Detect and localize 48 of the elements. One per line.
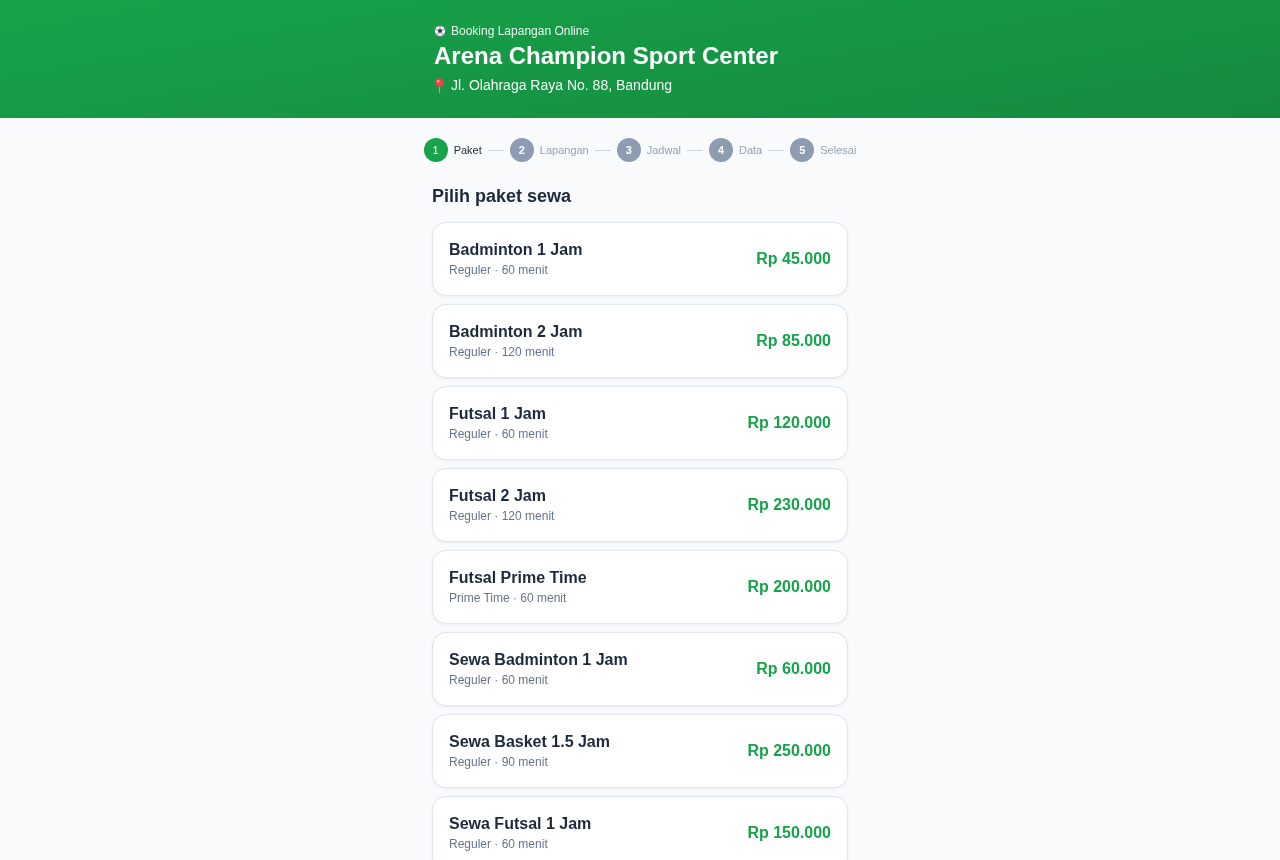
step-number: 1 xyxy=(423,138,448,162)
package-price: Rp 45.000 xyxy=(756,250,831,268)
package-card[interactable]: Futsal Prime Time Prime Time · 60 menit Rp 200.000 xyxy=(432,550,848,624)
package-price: Rp 120.000 xyxy=(747,414,831,432)
step-label: Selesai xyxy=(820,144,857,156)
step-label: Lapangan xyxy=(539,144,589,156)
package-card[interactable]: Sewa Badminton 1 Jam Reguler · 60 menit Rp 60.000 xyxy=(432,632,848,706)
package-detail: Reguler · 90 menit xyxy=(449,754,549,770)
step-label: Paket xyxy=(453,144,482,156)
package-card[interactable]: Futsal 1 Jam Reguler · 60 menit Rp 120.000 xyxy=(432,386,848,460)
section-title: Pilih paket sewa xyxy=(432,185,573,208)
package-price: Rp 230.000 xyxy=(747,496,831,514)
package-detail: Reguler · 60 menit xyxy=(449,262,549,278)
package-detail: Reguler · 120 menit xyxy=(449,508,555,524)
step-number: 2 xyxy=(509,138,534,162)
package-card[interactable]: Futsal 2 Jam Reguler · 120 menit Rp 230.000 xyxy=(432,468,848,542)
package-detail: Reguler · 60 menit xyxy=(449,836,549,852)
step-label: Jadwal xyxy=(646,144,681,156)
package-detail: Reguler · 60 menit xyxy=(449,672,549,688)
package-card[interactable]: Sewa Futsal 1 Jam Reguler · 60 menit Rp 150.000 xyxy=(432,796,848,860)
package-detail: Prime Time · 60 menit xyxy=(449,590,568,606)
package-name: Futsal 1 Jam xyxy=(449,404,547,424)
package-price: Rp 60.000 xyxy=(756,660,831,678)
package-price: Rp 85.000 xyxy=(756,332,831,350)
pin-icon xyxy=(434,77,445,93)
package-name: Sewa Futsal 1 Jam xyxy=(449,814,592,834)
step-label: Data xyxy=(739,144,763,156)
package-name: Sewa Badminton 1 Jam xyxy=(449,650,628,670)
package-name: Futsal Prime Time xyxy=(449,568,587,588)
package-name: Badminton 1 Jam xyxy=(449,240,583,260)
venue-title: Arena Champion Sport Center xyxy=(434,41,780,71)
package-detail: Reguler · 120 menit xyxy=(449,344,556,360)
package-price: Rp 150.000 xyxy=(747,824,831,842)
package-price: Rp 200.000 xyxy=(747,578,831,596)
step-number: 4 xyxy=(709,138,733,162)
package-name: Badminton 2 Jam xyxy=(449,322,583,342)
package-name: Futsal 2 Jam xyxy=(449,486,547,506)
package-card[interactable]: Badminton 1 Jam Reguler · 60 menit Rp 45.000 xyxy=(432,222,848,296)
tagline: Booking Lapangan Online xyxy=(451,23,590,39)
soccer-ball-icon xyxy=(434,25,446,37)
package-card[interactable]: Badminton 2 Jam Reguler · 120 menit Rp 85.000 xyxy=(432,304,848,378)
package-price: Rp 250.000 xyxy=(747,742,831,760)
package-card[interactable]: Sewa Basket 1.5 Jam Reguler · 90 menit Rp 250.000 xyxy=(432,714,848,788)
step-number: 5 xyxy=(790,138,815,162)
package-name: Sewa Basket 1.5 Jam xyxy=(449,732,610,752)
package-detail: Reguler · 60 menit xyxy=(449,426,548,442)
step-number: 3 xyxy=(616,138,641,162)
venue-address: Jl. Olahraga Raya No. 88, Bandung xyxy=(451,76,673,95)
